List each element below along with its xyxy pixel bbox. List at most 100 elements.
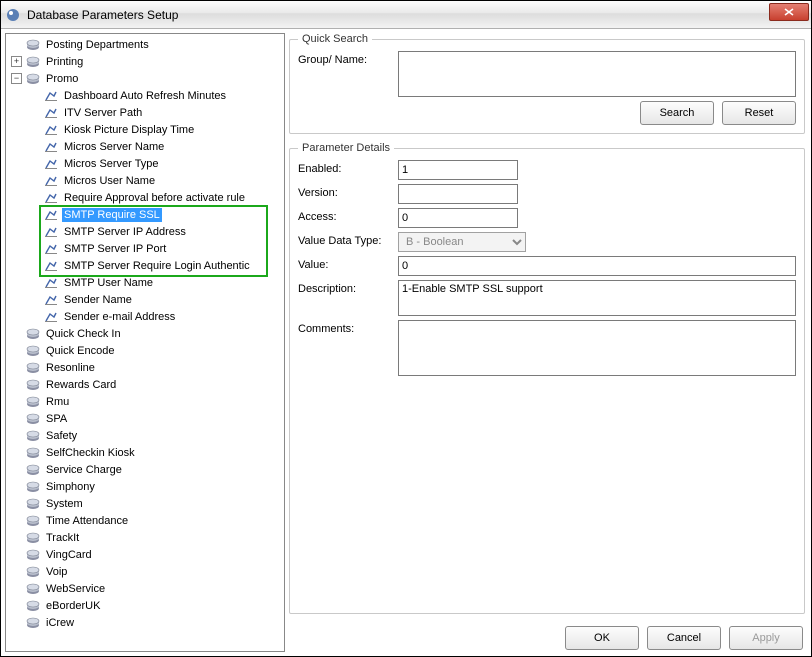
tree-item-label: Resonline xyxy=(44,361,97,375)
tree-item-label: SMTP Server IP Address xyxy=(62,225,188,239)
tree-item[interactable]: Safety xyxy=(8,427,284,444)
tree-item-label: SelfCheckin Kiosk xyxy=(44,446,137,460)
apply-button[interactable]: Apply xyxy=(729,626,803,650)
tree-item[interactable]: WebService xyxy=(8,580,284,597)
parameter-tree[interactable]: Posting Departments + Printing − PromoDashbo… xyxy=(8,36,284,631)
tree-item[interactable]: Posting Departments xyxy=(8,36,284,53)
category-icon xyxy=(25,327,41,341)
category-icon xyxy=(25,582,41,596)
tree-item[interactable]: Micros User Name xyxy=(8,172,284,189)
tree-item[interactable]: SMTP User Name xyxy=(8,274,284,291)
group-name-input[interactable] xyxy=(398,51,796,97)
tree-item[interactable]: System xyxy=(8,495,284,512)
tree-item[interactable]: Simphony xyxy=(8,478,284,495)
tree-item-label: Micros User Name xyxy=(62,174,157,188)
tree-item[interactable]: Service Charge xyxy=(8,461,284,478)
tree-item[interactable]: VingCard xyxy=(8,546,284,563)
tree-item[interactable]: SMTP Server Require Login Authentic xyxy=(8,257,284,274)
access-input[interactable] xyxy=(398,208,518,228)
data-type-select[interactable]: B - Boolean xyxy=(398,232,526,252)
tree-scroll[interactable]: Posting Departments + Printing − PromoDashbo… xyxy=(6,34,284,651)
tree-item-label: WebService xyxy=(44,582,107,596)
parameter-icon xyxy=(43,106,59,120)
category-icon xyxy=(25,497,41,511)
tree-item-label: Sender Name xyxy=(62,293,134,307)
tree-item-label: Safety xyxy=(44,429,79,443)
tree-item[interactable]: Kiosk Picture Display Time xyxy=(8,121,284,138)
dialog-button-row: OK Cancel Apply xyxy=(289,620,805,652)
tree-item[interactable]: Rewards Card xyxy=(8,376,284,393)
category-icon xyxy=(25,599,41,613)
tree-item-label: Printing xyxy=(44,55,85,69)
access-label: Access: xyxy=(298,208,398,223)
tree-item-label: Rmu xyxy=(44,395,71,409)
tree-item[interactable]: + Printing xyxy=(8,53,284,70)
tree-item-label: Micros Server Name xyxy=(62,140,166,154)
tree-item[interactable]: Require Approval before activate rule xyxy=(8,189,284,206)
tree-item-label: Promo xyxy=(44,72,80,86)
tree-item-label: SMTP User Name xyxy=(62,276,155,290)
comments-input[interactable] xyxy=(398,320,796,376)
parameter-icon xyxy=(43,310,59,324)
tree-item[interactable]: SMTP Server IP Address xyxy=(8,223,284,240)
version-label: Version: xyxy=(298,184,398,199)
parameter-icon xyxy=(43,276,59,290)
parameter-icon xyxy=(43,191,59,205)
tree-item[interactable]: Dashboard Auto Refresh Minutes xyxy=(8,87,284,104)
tree-item[interactable]: SMTP Require SSL xyxy=(8,206,284,223)
enabled-input[interactable] xyxy=(398,160,518,180)
expand-icon[interactable]: + xyxy=(11,56,22,67)
app-icon xyxy=(5,7,21,23)
tree-item[interactable]: SPA xyxy=(8,410,284,427)
window-title: Database Parameters Setup xyxy=(27,8,178,22)
tree-item[interactable]: Rmu xyxy=(8,393,284,410)
cancel-button[interactable]: Cancel xyxy=(647,626,721,650)
tree-item[interactable]: Voip xyxy=(8,563,284,580)
tree-item-label: Quick Check In xyxy=(44,327,123,341)
tree-item[interactable]: Sender e-mail Address xyxy=(8,308,284,325)
category-icon xyxy=(25,412,41,426)
tree-item[interactable]: Time Attendance xyxy=(8,512,284,529)
value-input[interactable] xyxy=(398,256,796,276)
parameter-icon xyxy=(43,225,59,239)
tree-item-label: TrackIt xyxy=(44,531,81,545)
titlebar: Database Parameters Setup xyxy=(1,1,811,29)
tree-item[interactable]: ITV Server Path xyxy=(8,104,284,121)
tree-item[interactable]: Sender Name xyxy=(8,291,284,308)
description-input[interactable]: 1-Enable SMTP SSL support xyxy=(398,280,796,316)
tree-item[interactable]: iCrew xyxy=(8,614,284,631)
tree-item[interactable]: SelfCheckin Kiosk xyxy=(8,444,284,461)
category-icon xyxy=(25,378,41,392)
tree-item-label: Voip xyxy=(44,565,69,579)
category-icon xyxy=(25,361,41,375)
category-icon xyxy=(25,395,41,409)
tree-item[interactable]: SMTP Server IP Port xyxy=(8,240,284,257)
parameter-details-group: Parameter Details Enabled: Version: Acce… xyxy=(289,142,805,614)
tree-item[interactable]: Quick Check In xyxy=(8,325,284,342)
version-input[interactable] xyxy=(398,184,518,204)
quick-search-legend: Quick Search xyxy=(298,33,372,45)
category-icon xyxy=(25,548,41,562)
tree-item[interactable]: Micros Server Type xyxy=(8,155,284,172)
tree-item[interactable]: TrackIt xyxy=(8,529,284,546)
tree-item[interactable]: Quick Encode xyxy=(8,342,284,359)
tree-item-label: Micros Server Type xyxy=(62,157,161,171)
tree-item-label: Time Attendance xyxy=(44,514,130,528)
search-button[interactable]: Search xyxy=(640,101,714,125)
ok-button[interactable]: OK xyxy=(565,626,639,650)
tree-item-label: System xyxy=(44,497,85,511)
right-panel: Quick Search Group/ Name: Search Reset P… xyxy=(287,29,811,656)
reset-button[interactable]: Reset xyxy=(722,101,796,125)
category-icon xyxy=(25,55,41,69)
tree-item-label: SMTP Server Require Login Authentic xyxy=(62,259,252,273)
category-icon xyxy=(25,514,41,528)
tree-item[interactable]: Resonline xyxy=(8,359,284,376)
tree-item[interactable]: − Promo xyxy=(8,70,284,87)
tree-item-label: SMTP Server IP Port xyxy=(62,242,168,256)
tree-item[interactable]: Micros Server Name xyxy=(8,138,284,155)
close-button[interactable] xyxy=(769,3,809,21)
tree-item-label: Sender e-mail Address xyxy=(62,310,177,324)
tree-item[interactable]: eBorderUK xyxy=(8,597,284,614)
collapse-icon[interactable]: − xyxy=(11,73,22,84)
parameter-icon xyxy=(43,242,59,256)
